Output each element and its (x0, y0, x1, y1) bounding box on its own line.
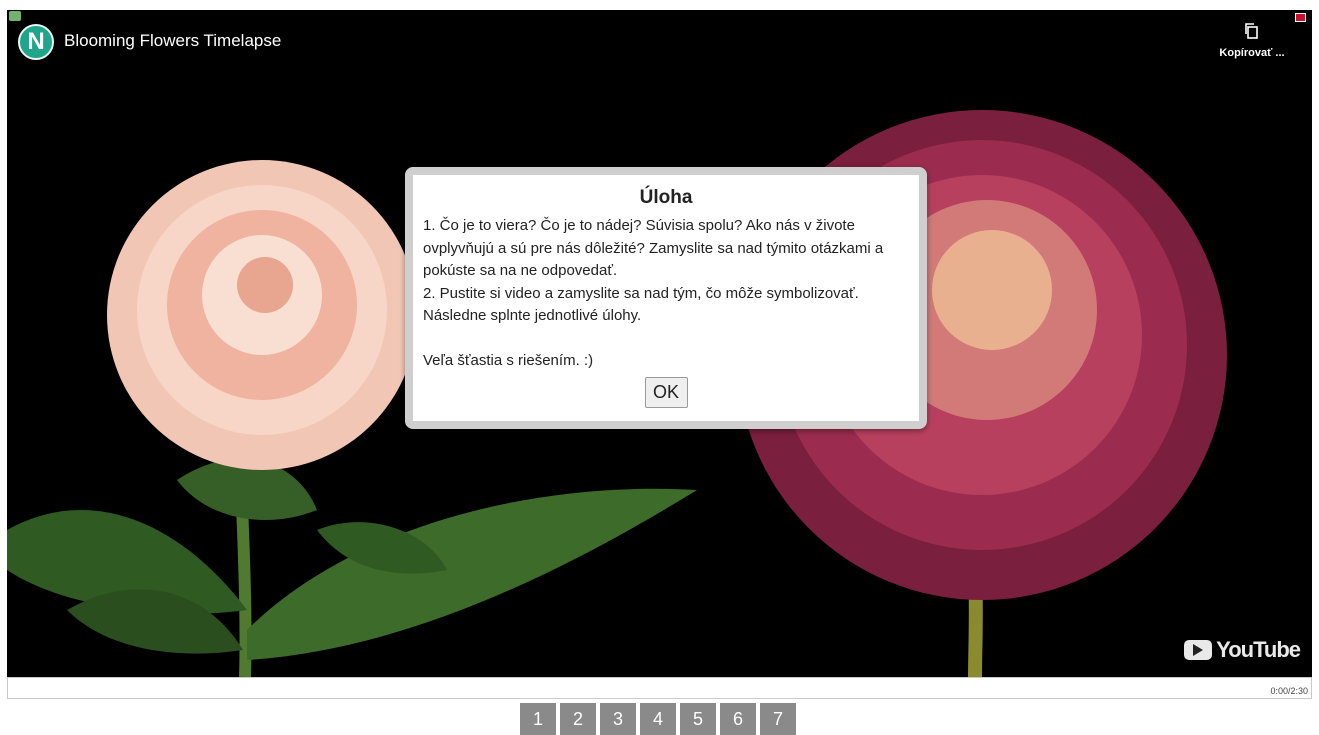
copy-link-button[interactable]: Kopírovať ... (1217, 22, 1287, 59)
page-button-4[interactable]: 4 (640, 703, 676, 735)
page-button-6[interactable]: 6 (720, 703, 756, 735)
page-button-2[interactable]: 2 (560, 703, 596, 735)
youtube-play-icon (1184, 640, 1213, 660)
youtube-logo[interactable]: YouTube (1184, 637, 1301, 663)
channel-logo[interactable]: N (18, 24, 54, 60)
youtube-wordmark: YouTube (1216, 637, 1301, 662)
flag-icon (1295, 13, 1306, 22)
ok-button[interactable]: OK (644, 376, 688, 408)
corner-mini-icon (9, 11, 21, 21)
dialog-title: Úloha (639, 187, 693, 208)
time-display: 0:00/2:30 (1270, 686, 1308, 696)
page-navigation: 1 2 3 4 5 6 7 (520, 703, 796, 735)
page-button-5[interactable]: 5 (680, 703, 716, 735)
page-button-1[interactable]: 1 (520, 703, 556, 735)
video-title[interactable]: Blooming Flowers Timelapse (64, 31, 281, 51)
left-flower-head (107, 160, 417, 470)
copy-icon (1245, 23, 1258, 39)
copy-link-label: Kopírovať ... (1219, 47, 1285, 59)
video-progress-bar[interactable]: 0:00/2:30 (7, 677, 1312, 699)
page-button-3[interactable]: 3 (600, 703, 636, 735)
video-player[interactable]: N Blooming Flowers Timelapse Kopírovať .… (7, 10, 1312, 677)
task-dialog: Úloha 1. Čo je to viera? Čo je to nádej?… (405, 167, 927, 429)
page-button-7[interactable]: 7 (760, 703, 796, 735)
dialog-body: 1. Čo je to viera? Čo je to nádej? Súvis… (423, 217, 884, 369)
